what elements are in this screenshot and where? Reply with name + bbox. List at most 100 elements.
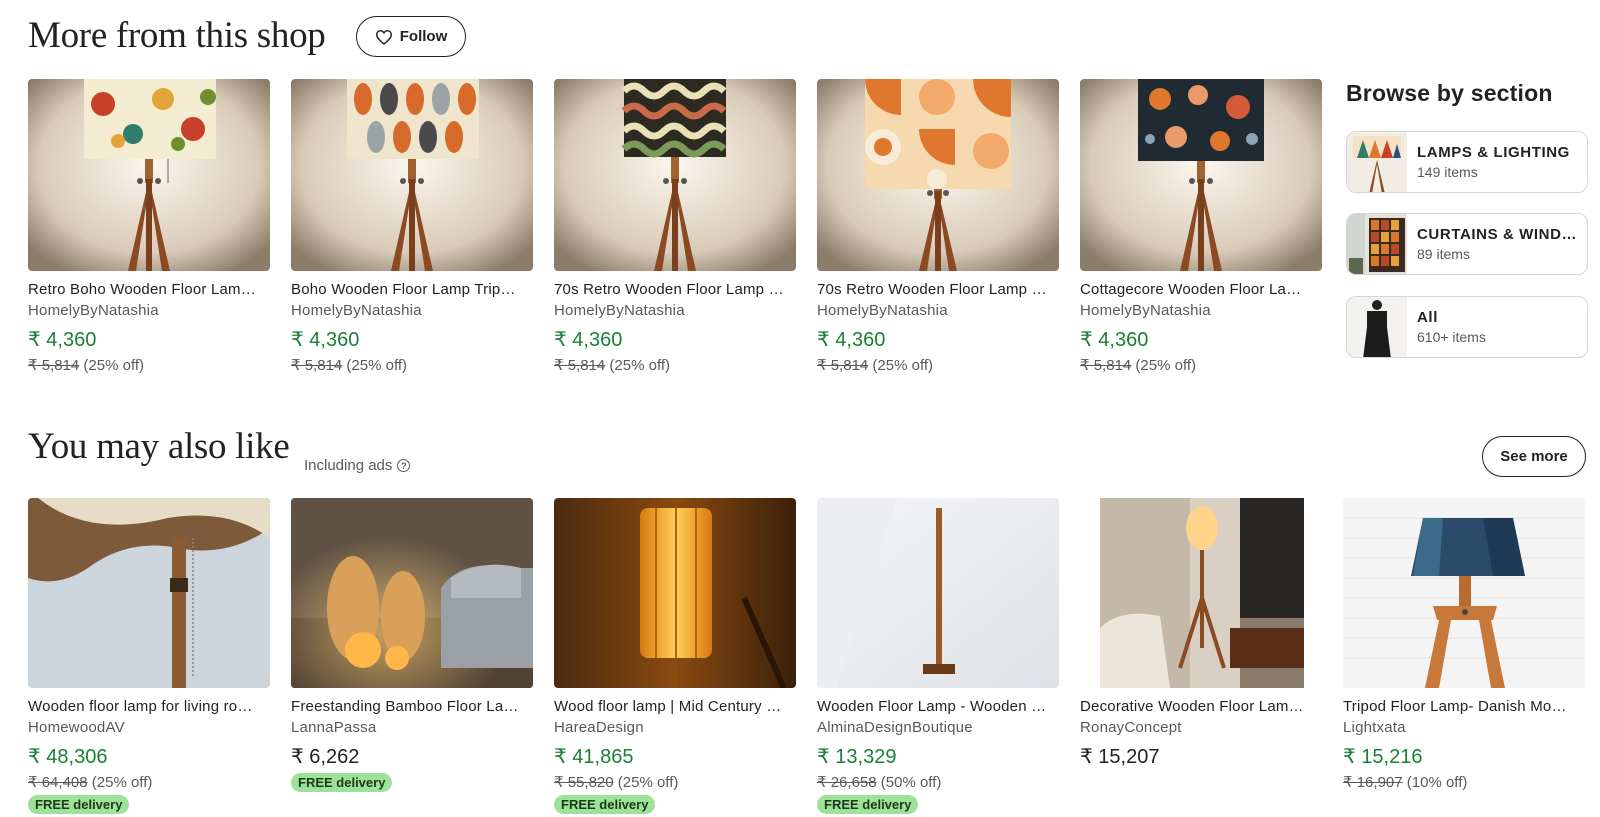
listing-original-price: ₹ 16,907 xyxy=(1343,774,1403,791)
listing-discount: (10% off) xyxy=(1406,774,1468,791)
section-lamps-lighting[interactable]: LAMPS & LIGHTING 149 items xyxy=(1346,131,1588,193)
listing-discount: (25% off) xyxy=(346,357,408,374)
listing-discount: (25% off) xyxy=(91,774,153,791)
listing-title[interactable]: Cottagecore Wooden Floor La… xyxy=(1080,281,1322,298)
shop-listing-card[interactable]: Cottagecore Wooden Floor La… HomelyByNat… xyxy=(1080,79,1322,374)
section-count: 89 items xyxy=(1417,246,1470,262)
listing-shop-name: Lightxata xyxy=(1343,719,1406,736)
listing-image[interactable] xyxy=(291,498,533,688)
listing-shop-name: HomewoodAV xyxy=(28,719,125,736)
listing-image[interactable] xyxy=(554,79,796,271)
listing-image[interactable] xyxy=(28,498,270,688)
section-name: CURTAINS & WIND… xyxy=(1417,226,1578,243)
listing-discount: (25% off) xyxy=(83,357,145,374)
listing-sale-price: ₹ 48,306 xyxy=(28,746,108,768)
listing-discount: (25% off) xyxy=(872,357,934,374)
listing-original-price: ₹ 5,814 xyxy=(28,357,80,374)
listing-image[interactable] xyxy=(817,79,1059,271)
listing-title[interactable]: Boho Wooden Floor Lamp Trip… xyxy=(291,281,533,298)
free-delivery-badge: FREE delivery xyxy=(817,795,919,814)
listing-image[interactable] xyxy=(554,498,796,688)
section-name: All xyxy=(1417,309,1438,326)
section-name: LAMPS & LIGHTING xyxy=(1417,144,1570,161)
shop-listing-card[interactable]: 70s Retro Wooden Floor Lamp … HomelyByNa… xyxy=(817,79,1059,374)
listing-original-price-row: ₹ 5,814 (25% off) xyxy=(817,356,1059,374)
listing-title[interactable]: 70s Retro Wooden Floor Lamp … xyxy=(817,281,1059,298)
section-count: 149 items xyxy=(1417,164,1478,180)
listing-original-price: ₹ 26,658 xyxy=(817,774,877,791)
listing-sale-price: ₹ 15,216 xyxy=(1343,746,1423,768)
free-delivery-badge: FREE delivery xyxy=(28,795,130,814)
listing-title[interactable]: Wooden Floor Lamp - Wooden … xyxy=(817,698,1059,715)
section-curtains-windows[interactable]: CURTAINS & WIND… 89 items xyxy=(1346,213,1588,275)
listing-original-price-row: ₹ 16,907 (10% off) xyxy=(1343,773,1585,791)
listing-image[interactable] xyxy=(817,498,1059,688)
section-count: 610+ items xyxy=(1417,329,1486,345)
listing-sale-price: ₹ 4,360 xyxy=(291,329,360,351)
listing-title[interactable]: Tripod Floor Lamp- Danish Mo… xyxy=(1343,698,1585,715)
recommended-listing-card[interactable]: Tripod Floor Lamp- Danish Mo… Lightxata … xyxy=(1343,498,1585,791)
listing-discount: (25% off) xyxy=(609,357,671,374)
listing-sale-price: ₹ 41,865 xyxy=(554,746,634,768)
recommendations-title: You may also like xyxy=(28,426,290,467)
section-thumbnail xyxy=(1347,132,1407,192)
listing-discount: (50% off) xyxy=(880,774,942,791)
recommended-listing-card[interactable]: Wooden Floor Lamp - Wooden … AlminaDesig… xyxy=(817,498,1059,814)
listing-shop-name: HomelyByNatashia xyxy=(1080,302,1211,319)
listing-original-price: ₹ 64,408 xyxy=(28,774,88,791)
listing-sale-price: ₹ 13,329 xyxy=(817,746,897,768)
listing-image[interactable] xyxy=(1080,498,1322,688)
listing-image[interactable] xyxy=(1343,498,1585,688)
listing-image[interactable] xyxy=(28,79,270,271)
listing-title[interactable]: Wooden floor lamp for living ro… xyxy=(28,698,270,715)
listing-shop-name: AlminaDesignBoutique xyxy=(817,719,973,736)
listing-discount: (25% off) xyxy=(617,774,679,791)
shop-listing-card[interactable]: Boho Wooden Floor Lamp Trip… HomelyByNat… xyxy=(291,79,533,374)
recommended-listing-card[interactable]: Decorative Wooden Floor Lam… RonayConcep… xyxy=(1080,498,1322,769)
listing-price: ₹ 15,207 xyxy=(1080,746,1160,768)
free-delivery-badge: FREE delivery xyxy=(554,795,656,814)
free-delivery-badge: FREE delivery xyxy=(291,773,393,792)
ads-label-text: Including ads xyxy=(304,457,393,474)
listing-original-price: ₹ 5,814 xyxy=(554,357,606,374)
listing-original-price-row: ₹ 5,814 (25% off) xyxy=(28,356,270,374)
listing-image[interactable] xyxy=(1080,79,1322,271)
listing-sale-price: ₹ 4,360 xyxy=(28,329,97,351)
listing-original-price-row: ₹ 64,408 (25% off) xyxy=(28,773,270,791)
listing-title[interactable]: Retro Boho Wooden Floor Lam… xyxy=(28,281,270,298)
follow-shop-button[interactable]: Follow xyxy=(356,16,466,57)
recommended-listing-card[interactable]: Wood floor lamp | Mid Century … HareaDes… xyxy=(554,498,796,814)
listing-sale-price: ₹ 4,360 xyxy=(554,329,623,351)
follow-label: Follow xyxy=(399,28,448,45)
shop-listing-card[interactable]: Retro Boho Wooden Floor Lam… HomelyByNat… xyxy=(28,79,270,374)
listing-original-price: ₹ 5,814 xyxy=(1080,357,1132,374)
see-more-button[interactable]: See more xyxy=(1482,436,1586,477)
listing-original-price: ₹ 55,820 xyxy=(554,774,614,791)
listing-shop-name: HomelyByNatashia xyxy=(291,302,422,319)
listing-shop-name: HomelyByNatashia xyxy=(554,302,685,319)
listing-original-price: ₹ 5,814 xyxy=(291,357,343,374)
section-thumbnail xyxy=(1347,297,1407,357)
listing-title[interactable]: Decorative Wooden Floor Lam… xyxy=(1080,698,1322,715)
recommended-listing-card[interactable]: Freestanding Bamboo Floor La… LannaPassa… xyxy=(291,498,533,792)
listing-title[interactable]: Freestanding Bamboo Floor La… xyxy=(291,698,533,715)
listing-original-price-row: ₹ 55,820 (25% off) xyxy=(554,773,796,791)
shop-listing-card[interactable]: 70s Retro Wooden Floor Lamp … HomelyByNa… xyxy=(554,79,796,374)
listing-discount: (25% off) xyxy=(1135,357,1197,374)
listing-shop-name: HareaDesign xyxy=(554,719,644,736)
heart-icon xyxy=(375,29,392,45)
section-all[interactable]: All 610+ items xyxy=(1346,296,1588,358)
listing-shop-name: HomelyByNatashia xyxy=(28,302,159,319)
listing-original-price-row: ₹ 5,814 (25% off) xyxy=(554,356,796,374)
browse-section-title: Browse by section xyxy=(1346,80,1553,106)
question-circle-icon[interactable]: ? xyxy=(397,459,411,472)
recommended-listing-card[interactable]: Wooden floor lamp for living ro… Homewoo… xyxy=(28,498,270,814)
listing-title[interactable]: 70s Retro Wooden Floor Lamp … xyxy=(554,281,796,298)
listing-original-price-row: ₹ 26,658 (50% off) xyxy=(817,773,1059,791)
listing-title[interactable]: Wood floor lamp | Mid Century … xyxy=(554,698,796,715)
listing-shop-name: RonayConcept xyxy=(1080,719,1182,736)
listing-image[interactable] xyxy=(291,79,533,271)
including-ads-label: Including ads ? xyxy=(304,457,411,474)
section-thumbnail xyxy=(1347,214,1407,274)
listing-shop-name: HomelyByNatashia xyxy=(817,302,948,319)
